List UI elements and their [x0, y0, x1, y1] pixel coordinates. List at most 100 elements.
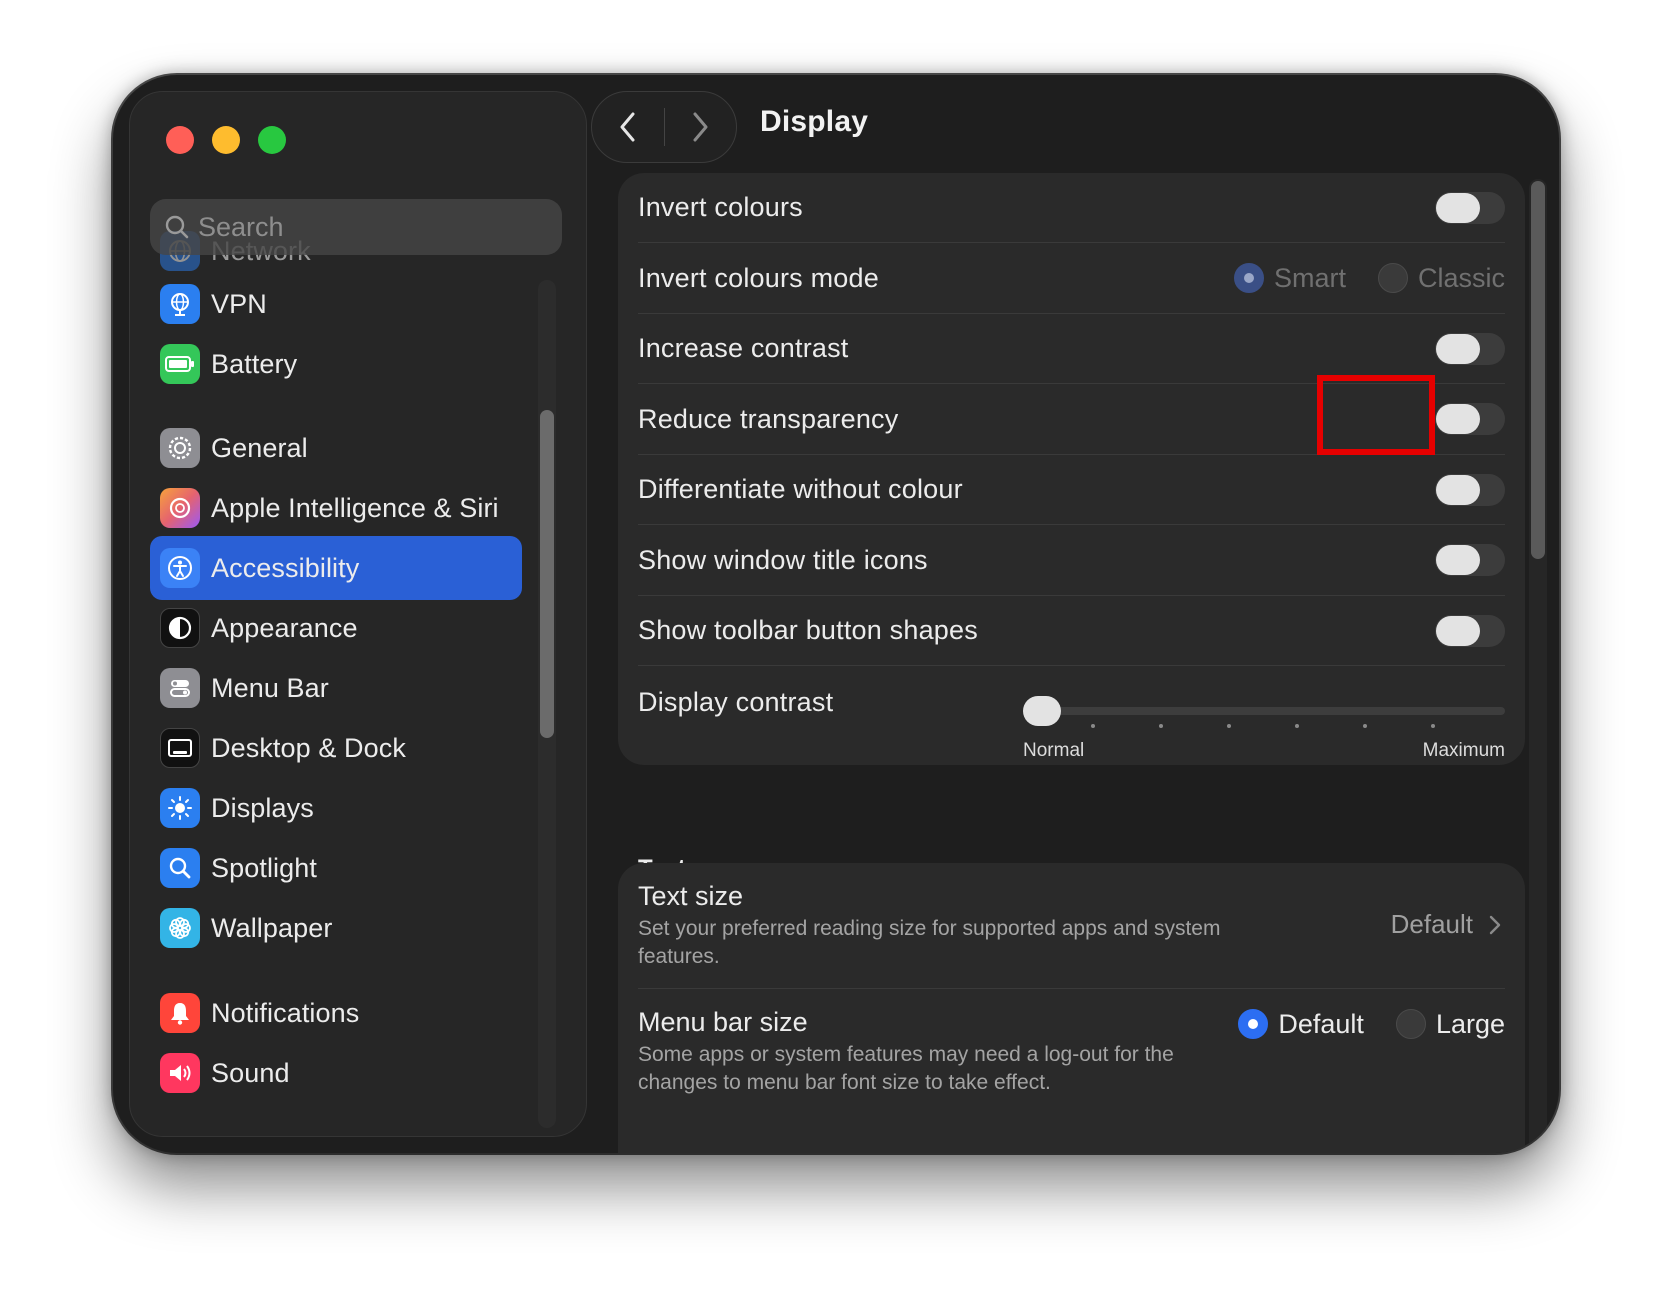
setting-row-show-window-title-icons: Show window title icons: [638, 525, 1505, 596]
radio-smart[interactable]: Smart: [1233, 262, 1346, 294]
flower-icon: [160, 908, 200, 948]
vpn-globe-icon: [160, 284, 200, 324]
radio-indicator: [1395, 1009, 1426, 1039]
search-icon: [165, 215, 189, 239]
radio-large[interactable]: Large: [1395, 1009, 1505, 1040]
slider-max-label: Maximum: [1422, 740, 1505, 761]
toggle-knob: [1436, 404, 1480, 434]
toggle-knob: [1436, 545, 1480, 575]
sidebar-item-displays[interactable]: Displays: [150, 776, 522, 840]
radio-classic[interactable]: Classic: [1377, 263, 1505, 294]
sidebar-item-label: Wallpaper: [211, 912, 333, 943]
speaker-icon: [160, 1053, 200, 1093]
bell-icon: [160, 993, 200, 1033]
invert-colours-toggle[interactable]: [1435, 191, 1505, 224]
sidebar-item-label: Menu Bar: [211, 672, 329, 703]
desktop-dock-icon: [160, 728, 200, 768]
sidebar-item-label: Displays: [211, 792, 314, 823]
radio-indicator: [1233, 263, 1264, 293]
sidebar-item-battery[interactable]: Battery: [150, 332, 522, 396]
invert-mode-radio-group: Smart Classic: [1202, 243, 1505, 313]
radio-label: Smart: [1273, 262, 1346, 293]
increase-contrast-toggle[interactable]: [1435, 332, 1505, 365]
sidebar-item-general[interactable]: General: [150, 416, 522, 480]
close-window-button[interactable]: [166, 126, 194, 154]
sidebar-item-sound[interactable]: Sound: [150, 1041, 522, 1105]
text-size-value: Default: [1390, 909, 1473, 939]
setting-row-text-size[interactable]: Text size Set your preferred reading siz…: [638, 863, 1505, 989]
forward-chevron-icon: [693, 112, 708, 142]
sun-icon: [160, 788, 200, 828]
setting-label: Invert colours: [638, 192, 803, 222]
sidebar-item-wallpaper[interactable]: Wallpaper: [150, 896, 522, 960]
slider-tick: [1363, 724, 1367, 728]
sidebar-item-apple-intelligence-siri[interactable]: Apple Intelligence & Siri: [150, 476, 522, 540]
minimize-window-button[interactable]: [212, 126, 240, 154]
text-settings-panel: Text size Set your preferred reading siz…: [618, 863, 1525, 1153]
show-toolbar-button-shapes-toggle[interactable]: [1435, 614, 1505, 647]
page-title: Display: [760, 105, 869, 138]
sidebar-item-spotlight[interactable]: Spotlight: [150, 836, 522, 900]
menu-bar-icon: [160, 668, 200, 708]
sidebar-item-menu-bar[interactable]: Menu Bar: [150, 656, 522, 720]
chevron-right-icon: [1489, 915, 1501, 934]
maximize-window-button[interactable]: [258, 126, 286, 154]
setting-label: Invert colours mode: [638, 262, 879, 293]
highlight-annotation-box: [1317, 375, 1435, 455]
forward-button[interactable]: [665, 91, 737, 163]
reduce-transparency-toggle[interactable]: [1435, 403, 1505, 435]
slider-tick: [1295, 724, 1299, 728]
display-contrast-slider-knob[interactable]: [1023, 696, 1061, 726]
differentiate-without-colour-toggle[interactable]: [1435, 473, 1505, 506]
sidebar-item-appearance[interactable]: Appearance: [150, 596, 522, 660]
sidebar-item-label: Accessibility: [211, 552, 360, 583]
back-button[interactable]: [592, 91, 664, 163]
show-window-title-icons-toggle[interactable]: [1435, 544, 1505, 576]
sidebar-item-accessibility[interactable]: Accessibility: [150, 536, 522, 600]
slider-tick: [1159, 724, 1163, 728]
radio-indicator: [1377, 263, 1408, 293]
sidebar-item-label: VPN: [211, 288, 267, 319]
toggle-knob: [1436, 333, 1480, 364]
setting-description: Set your preferred reading size for supp…: [638, 917, 1221, 968]
sidebar-item-label: Notifications: [211, 997, 360, 1028]
appearance-icon: [160, 608, 200, 648]
setting-label: Show toolbar button shapes: [638, 615, 978, 645]
sidebar-item-desktop-dock[interactable]: Desktop & Dock: [150, 716, 522, 780]
setting-label: Increase contrast: [638, 333, 849, 363]
toggle-knob: [1436, 474, 1480, 505]
sidebar-item-label: Spotlight: [211, 852, 317, 883]
sidebar: Network VPN Battery Genera: [129, 91, 587, 1137]
slider-tick: [1091, 724, 1095, 728]
slider-tick: [1431, 724, 1435, 728]
sidebar-item-notifications[interactable]: Notifications: [150, 981, 522, 1045]
setting-row-display-contrast: Display contrast Normal Maximum: [638, 666, 1505, 765]
search-field[interactable]: [150, 199, 562, 255]
toggle-knob: [1436, 615, 1480, 646]
search-input[interactable]: [198, 211, 538, 243]
battery-icon: [160, 344, 200, 384]
back-chevron-icon: [620, 112, 635, 142]
slider-tick: [1227, 724, 1231, 728]
setting-label: Menu bar size: [638, 1007, 808, 1037]
gear-icon: [160, 428, 200, 468]
setting-label: Text size: [638, 881, 744, 911]
radio-indicator: [1238, 1009, 1269, 1039]
text-size-value-button[interactable]: Default: [1391, 909, 1505, 940]
slider-min-label: Normal: [1023, 740, 1085, 761]
sidebar-item-label: Sound: [211, 1057, 290, 1088]
main-scrollbar-thumb[interactable]: [1531, 181, 1545, 559]
radio-default[interactable]: Default: [1238, 1009, 1364, 1040]
sidebar-item-label: Battery: [211, 348, 298, 379]
setting-label: Display contrast: [638, 686, 834, 717]
display-contrast-slider[interactable]: [1023, 707, 1505, 715]
setting-label: Reduce transparency: [638, 403, 899, 434]
sidebar-item-label: General: [211, 432, 308, 463]
sidebar-item-label: Appearance: [211, 612, 358, 643]
sidebar-item-label: Apple Intelligence & Siri: [211, 492, 499, 523]
radio-label: Default: [1278, 1008, 1364, 1039]
settings-window: Network VPN Battery Genera: [113, 75, 1559, 1153]
sidebar-scrollbar-thumb[interactable]: [540, 410, 554, 738]
sidebar-item-vpn[interactable]: VPN: [150, 272, 522, 336]
setting-row-invert-colours: Invert colours: [638, 173, 1505, 243]
